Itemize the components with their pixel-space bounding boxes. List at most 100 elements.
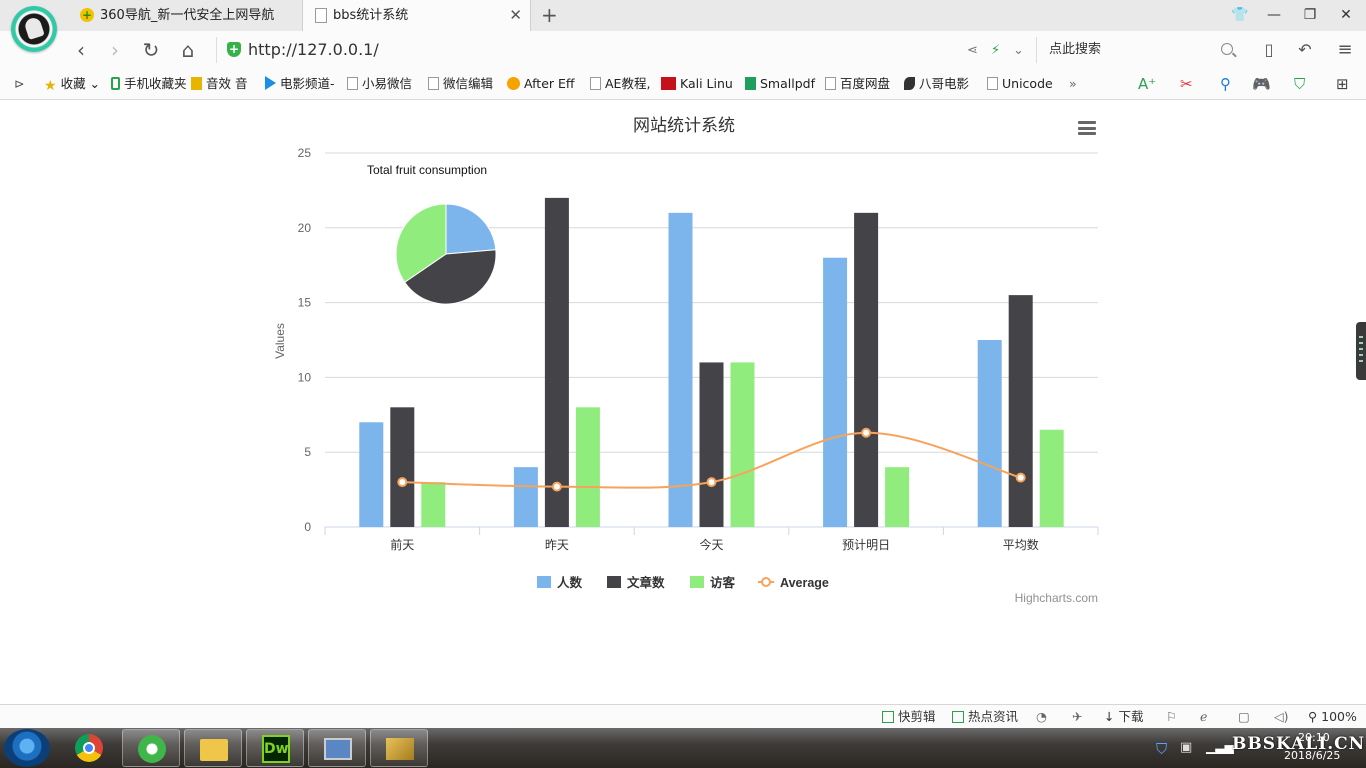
chart-context-menu-icon[interactable] (1078, 121, 1096, 137)
bar-访客[interactable] (575, 407, 600, 527)
clock-time[interactable]: 20:10 (1298, 731, 1330, 744)
menu-icon[interactable]: ≡ (1332, 37, 1358, 63)
tab-strip: + 360导航_新一代安全上网导航 bbs统计系统 ✕ + 👕 — ❐ ✕ (0, 0, 1366, 52)
minimize-button[interactable]: — (1256, 0, 1292, 31)
average-point[interactable] (861, 427, 872, 438)
pdf-icon (745, 77, 756, 90)
bookmark-more-button[interactable]: » (1069, 69, 1077, 99)
bar-人数[interactable] (977, 340, 1002, 527)
mobile-icon[interactable]: ▯ (1256, 37, 1282, 63)
bookmark-item[interactable]: Unicode (987, 69, 1053, 99)
reload-button[interactable]: ↻ (138, 37, 164, 63)
home-button[interactable]: ⌂ (175, 37, 201, 63)
legend-symbol-文章数 (607, 576, 621, 588)
clock-date[interactable]: 2018/6/25 (1284, 749, 1340, 762)
close-tab-icon[interactable]: ✕ (509, 0, 522, 31)
legend-item-文章数[interactable]: 文章数 (627, 575, 665, 590)
bar-人数[interactable] (823, 257, 848, 527)
bar-文章数[interactable] (544, 197, 569, 527)
taskbar-chrome[interactable] (60, 729, 118, 767)
bookmark-item[interactable]: Kali Linu (661, 69, 733, 99)
pin-icon[interactable]: ✈ (1072, 705, 1082, 729)
download-button[interactable]: ↓ 下载 (1104, 705, 1143, 729)
bookmark-favorites[interactable]: ★ 收藏 ⌄ (44, 69, 100, 99)
share-icon[interactable]: ⋖ (967, 43, 978, 58)
bookmark-item[interactable]: 百度网盘 (825, 69, 890, 99)
bookmark-item[interactable]: 手机收藏夹 (111, 69, 187, 99)
bar-文章数[interactable] (699, 362, 724, 527)
gamepad-icon[interactable]: 🎮 (1252, 69, 1271, 99)
taskbar-explorer[interactable] (184, 729, 242, 767)
bar-访客[interactable] (730, 362, 755, 527)
bookmark-item[interactable]: 微信编辑 (428, 69, 493, 99)
close-window-button[interactable]: ✕ (1328, 0, 1364, 31)
taskbar-360-browser[interactable] (122, 729, 180, 767)
tab-bbs-stats[interactable]: bbs统计系统 ✕ (302, 0, 531, 31)
y-axis-label: Values (273, 323, 287, 359)
volume-icon[interactable]: ◁) (1274, 705, 1289, 729)
hot-news-button[interactable]: 热点资讯 (952, 705, 1018, 729)
restore-button[interactable]: ❐ (1292, 0, 1328, 31)
bar-文章数[interactable] (1008, 295, 1033, 527)
undo-close-icon[interactable]: ↶ (1292, 37, 1318, 63)
browser-logo-icon[interactable] (11, 6, 57, 52)
lightning-icon[interactable]: ⚡ (991, 43, 1000, 58)
search-icon[interactable] (1221, 43, 1233, 55)
bookmark-item[interactable]: 八哥电影 (904, 69, 969, 99)
bookmark-item[interactable]: 小易微信 (347, 69, 412, 99)
bookmark-item[interactable]: AE教程, (590, 69, 650, 99)
average-point[interactable] (1015, 472, 1026, 483)
speed-icon[interactable]: ◔ (1036, 705, 1047, 729)
search-box[interactable]: 点此搜索 (1036, 37, 1243, 63)
average-point[interactable] (706, 477, 717, 488)
tab-360-navigation[interactable]: + 360导航_新一代安全上网导航 (70, 0, 302, 31)
quick-clip-button[interactable]: 快剪辑 (882, 705, 936, 729)
address-input[interactable]: http://127.0.0.1/ (248, 37, 748, 63)
tray-signal-icon[interactable]: ▁▃▅ (1206, 740, 1234, 754)
forward-button[interactable]: › (102, 37, 128, 63)
shirt-skin-icon[interactable]: 👕 (1222, 0, 1258, 31)
window-icon[interactable]: ▢ (1238, 705, 1250, 729)
bar-访客[interactable] (885, 467, 910, 527)
taskbar-dreamweaver[interactable]: Dw (246, 729, 304, 767)
bar-文章数[interactable] (390, 407, 415, 527)
tray-network-icon[interactable]: ▣ (1180, 740, 1192, 755)
back-button[interactable]: ‹ (68, 37, 94, 63)
ie-icon[interactable]: ℯ (1200, 705, 1207, 729)
average-point[interactable] (397, 477, 408, 488)
bar-人数[interactable] (513, 467, 538, 527)
scissors-icon[interactable]: ✂ (1180, 69, 1193, 99)
chevron-down-icon[interactable]: ⌄ (1013, 43, 1024, 58)
bar-访客[interactable] (421, 482, 446, 527)
bar-访客[interactable] (1039, 429, 1064, 527)
tray-shield-icon[interactable]: ⛉ (1156, 740, 1167, 758)
pie-slice-人数[interactable] (445, 203, 497, 255)
bookmark-item[interactable]: After Eff (507, 69, 575, 99)
magnifier-tool-icon[interactable]: ⚲ (1220, 69, 1231, 99)
legend-item-人数[interactable]: 人数 (557, 575, 583, 590)
bookmark-item[interactable]: 音效 音 (191, 69, 247, 99)
bookmark-item[interactable]: 电影频道- (265, 69, 335, 99)
start-button[interactable] (4, 729, 50, 767)
average-point[interactable] (551, 481, 562, 492)
apps-grid-icon[interactable]: ⊞ (1336, 69, 1349, 99)
address-bar[interactable]: + http://127.0.0.1/ ⋖ ⚡ ⌄ (216, 37, 1033, 63)
taskbar-server-app[interactable] (370, 729, 428, 767)
shield-yuan-icon[interactable]: ⛉ (1294, 69, 1305, 99)
zoom-control[interactable]: ⚲ 100% (1308, 705, 1357, 729)
taskbar-network-app[interactable] (308, 729, 366, 767)
sidebar-toggle-icon[interactable]: ⊳ (14, 69, 24, 99)
bar-人数[interactable] (668, 212, 693, 527)
flag-icon[interactable]: ⚐ (1166, 705, 1177, 729)
bar-文章数[interactable] (854, 212, 879, 527)
search-input[interactable]: 点此搜索 (1049, 37, 1101, 63)
side-scroll-handle[interactable] (1356, 322, 1366, 380)
legend-item-访客[interactable]: 访客 (710, 575, 736, 590)
bar-人数[interactable] (359, 422, 384, 527)
translate-icon[interactable]: A⁺ (1138, 69, 1156, 99)
legend-item-Average[interactable]: Average (780, 576, 829, 590)
folder-icon (200, 739, 228, 761)
new-tab-button[interactable]: + (541, 0, 558, 30)
bookmark-item[interactable]: Smallpdf (745, 69, 815, 99)
highcharts-credits-link[interactable]: Highcharts.com (1015, 591, 1098, 605)
